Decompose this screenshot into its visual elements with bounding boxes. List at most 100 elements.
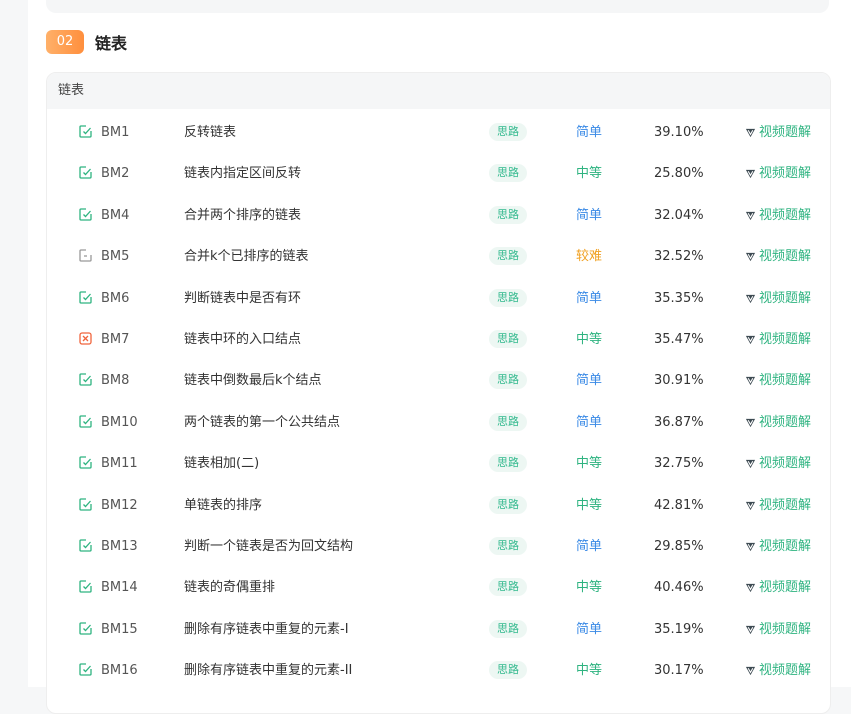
video-solution-label: 视频题解 (759, 249, 812, 265)
video-solution-link[interactable]: 视频题解 (745, 360, 811, 401)
problem-id: BM15 (101, 621, 138, 637)
problem-id: BM1 (101, 125, 130, 140)
idea-tag[interactable]: 思路 (489, 247, 527, 266)
problem-row[interactable]: BM13 判断一个链表是否为回文结构 思路 简单 29.85% 视频题解 (47, 526, 830, 567)
difficulty-label: 简单 (576, 207, 603, 223)
idea-tag[interactable]: 思路 (489, 454, 527, 473)
list-header: 链表 (47, 73, 830, 109)
problem-id: BM11 (101, 456, 138, 472)
video-solution-label: 视频题解 (759, 290, 812, 306)
video-solution-link[interactable]: 视频题解 (745, 278, 811, 319)
idea-tag[interactable]: 思路 (489, 371, 527, 390)
problem-row[interactable]: BM14 链表的奇偶重排 思路 中等 40.46% 视频题解 (47, 567, 830, 608)
problem-title-link[interactable]: 链表的奇偶重排 (184, 567, 275, 608)
video-solution-link[interactable]: 视频题解 (745, 195, 811, 236)
problem-title-link[interactable]: 判断链表中是否有环 (184, 278, 301, 319)
problem-row[interactable]: BM6 判断链表中是否有环 思路 简单 35.35% 视频题解 (47, 278, 830, 319)
video-badge-icon (745, 170, 756, 179)
todo-status-icon (79, 249, 92, 262)
idea-tag[interactable]: 思路 (489, 164, 527, 183)
difficulty-label: 中等 (576, 456, 603, 472)
problem-id: BM10 (101, 414, 138, 430)
problem-title-link[interactable]: 合并k个已排序的链表 (184, 236, 309, 277)
problem-id: BM4 (101, 207, 130, 223)
done-status-icon (79, 456, 92, 469)
pass-rate: 32.75% (654, 456, 704, 472)
idea-tag[interactable]: 思路 (489, 288, 527, 307)
problem-row[interactable]: BM16 删除有序链表中重复的元素-II 思路 中等 30.17% 视频题解 (47, 650, 830, 691)
idea-tag[interactable]: 思路 (489, 537, 527, 555)
idea-tag[interactable]: 思路 (489, 495, 527, 514)
idea-tag[interactable]: 思路 (489, 123, 527, 141)
difficulty-label: 中等 (576, 166, 603, 182)
video-solution-label: 视频题解 (759, 125, 812, 140)
problem-row[interactable]: BM2 链表内指定区间反转 思路 中等 25.80% 视频题解 (47, 153, 830, 194)
problem-id: BM5 (101, 249, 130, 265)
video-badge-icon (745, 335, 756, 345)
problem-title-link[interactable]: 判断一个链表是否为回文结构 (184, 526, 353, 567)
problem-row[interactable]: BM4 合并两个排序的链表 思路 简单 32.04% 视频题解 (47, 195, 830, 236)
previous-section-card (46, 0, 829, 13)
problem-id: BM12 (101, 497, 138, 513)
idea-tag[interactable]: 思路 (489, 330, 527, 348)
problem-title-link[interactable]: 反转链表 (184, 112, 236, 153)
idea-tag[interactable]: 思路 (489, 205, 527, 224)
problem-title-link[interactable]: 链表内指定区间反转 (184, 153, 301, 194)
problem-title-link[interactable]: 链表中环的入口结点 (184, 319, 301, 360)
video-solution-link[interactable]: 视频题解 (745, 236, 811, 277)
problem-row[interactable]: BM15 删除有序链表中重复的元素-I 思路 简单 35.19% 视频题解 (47, 609, 830, 650)
problem-title-link[interactable]: 单链表的排序 (184, 485, 262, 526)
problem-id: BM16 (101, 663, 138, 679)
problem-title-link[interactable]: 删除有序链表中重复的元素-II (184, 650, 352, 691)
problem-title-link[interactable]: 链表相加(二) (184, 443, 259, 484)
problem-row[interactable]: BM10 两个链表的第一个公共结点 思路 简单 36.87% 视频题解 (47, 402, 830, 443)
idea-tag[interactable]: 思路 (489, 578, 527, 597)
video-solution-link[interactable]: 视频题解 (745, 526, 811, 567)
video-solution-label: 视频题解 (759, 539, 812, 554)
pass-rate: 40.46% (654, 580, 704, 596)
problem-row[interactable]: BM7 链表中环的入口结点 思路 中等 35.47% 视频题解 (47, 319, 830, 360)
done-status-icon (79, 663, 92, 676)
difficulty-label: 中等 (576, 332, 603, 347)
difficulty-label: 较难 (576, 249, 603, 265)
problem-title-link[interactable]: 链表中倒数最后k个结点 (184, 360, 322, 401)
video-solution-link[interactable]: 视频题解 (745, 319, 811, 360)
difficulty-label: 简单 (576, 539, 603, 554)
video-solution-link[interactable]: 视频题解 (745, 153, 811, 194)
problem-row[interactable]: BM12 单链表的排序 思路 中等 42.81% 视频题解 (47, 485, 830, 526)
video-solution-label: 视频题解 (759, 166, 812, 182)
video-solution-label: 视频题解 (759, 497, 812, 513)
difficulty-label: 简单 (576, 373, 603, 389)
video-solution-link[interactable]: 视频题解 (745, 650, 811, 691)
pass-rate: 29.85% (654, 539, 704, 554)
video-solution-link[interactable]: 视频题解 (745, 402, 811, 443)
idea-tag[interactable]: 思路 (489, 619, 527, 638)
problem-row[interactable]: BM1 反转链表 思路 简单 39.10% 视频题解 (47, 112, 830, 153)
video-badge-icon (745, 625, 756, 634)
pass-rate: 35.35% (654, 290, 704, 306)
problem-row[interactable]: BM8 链表中倒数最后k个结点 思路 简单 30.91% 视频题解 (47, 360, 830, 401)
done-status-icon (79, 208, 92, 221)
problem-list-card: 链表 BM1 反转链表 思路 简单 39.10% 视频题解 BM2 链表内指定区间反转 思路 中等… (46, 72, 831, 714)
done-status-icon (79, 622, 92, 635)
problem-row[interactable]: BM5 合并k个已排序的链表 思路 较难 32.52% 视频题解 (47, 236, 830, 277)
problem-row[interactable]: BM11 链表相加(二) 思路 中等 32.75% 视频题解 (47, 443, 830, 484)
video-badge-icon (745, 294, 756, 303)
problem-title-link[interactable]: 合并两个排序的链表 (184, 195, 301, 236)
done-status-icon (79, 373, 92, 387)
done-status-icon (79, 497, 92, 511)
problem-id: BM14 (101, 580, 138, 596)
video-solution-link[interactable]: 视频题解 (745, 609, 811, 650)
idea-tag[interactable]: 思路 (489, 661, 527, 680)
video-solution-link[interactable]: 视频题解 (745, 567, 811, 608)
difficulty-label: 简单 (576, 414, 603, 430)
video-solution-label: 视频题解 (759, 663, 812, 679)
idea-tag[interactable]: 思路 (489, 412, 527, 431)
problem-title-link[interactable]: 两个链表的第一个公共结点 (184, 402, 340, 443)
problem-title-link[interactable]: 删除有序链表中重复的元素-I (184, 609, 349, 650)
pass-rate: 32.52% (654, 249, 704, 265)
video-solution-link[interactable]: 视频题解 (745, 485, 811, 526)
video-badge-icon (745, 667, 756, 676)
video-solution-link[interactable]: 视频题解 (745, 112, 811, 153)
video-solution-link[interactable]: 视频题解 (745, 443, 811, 484)
